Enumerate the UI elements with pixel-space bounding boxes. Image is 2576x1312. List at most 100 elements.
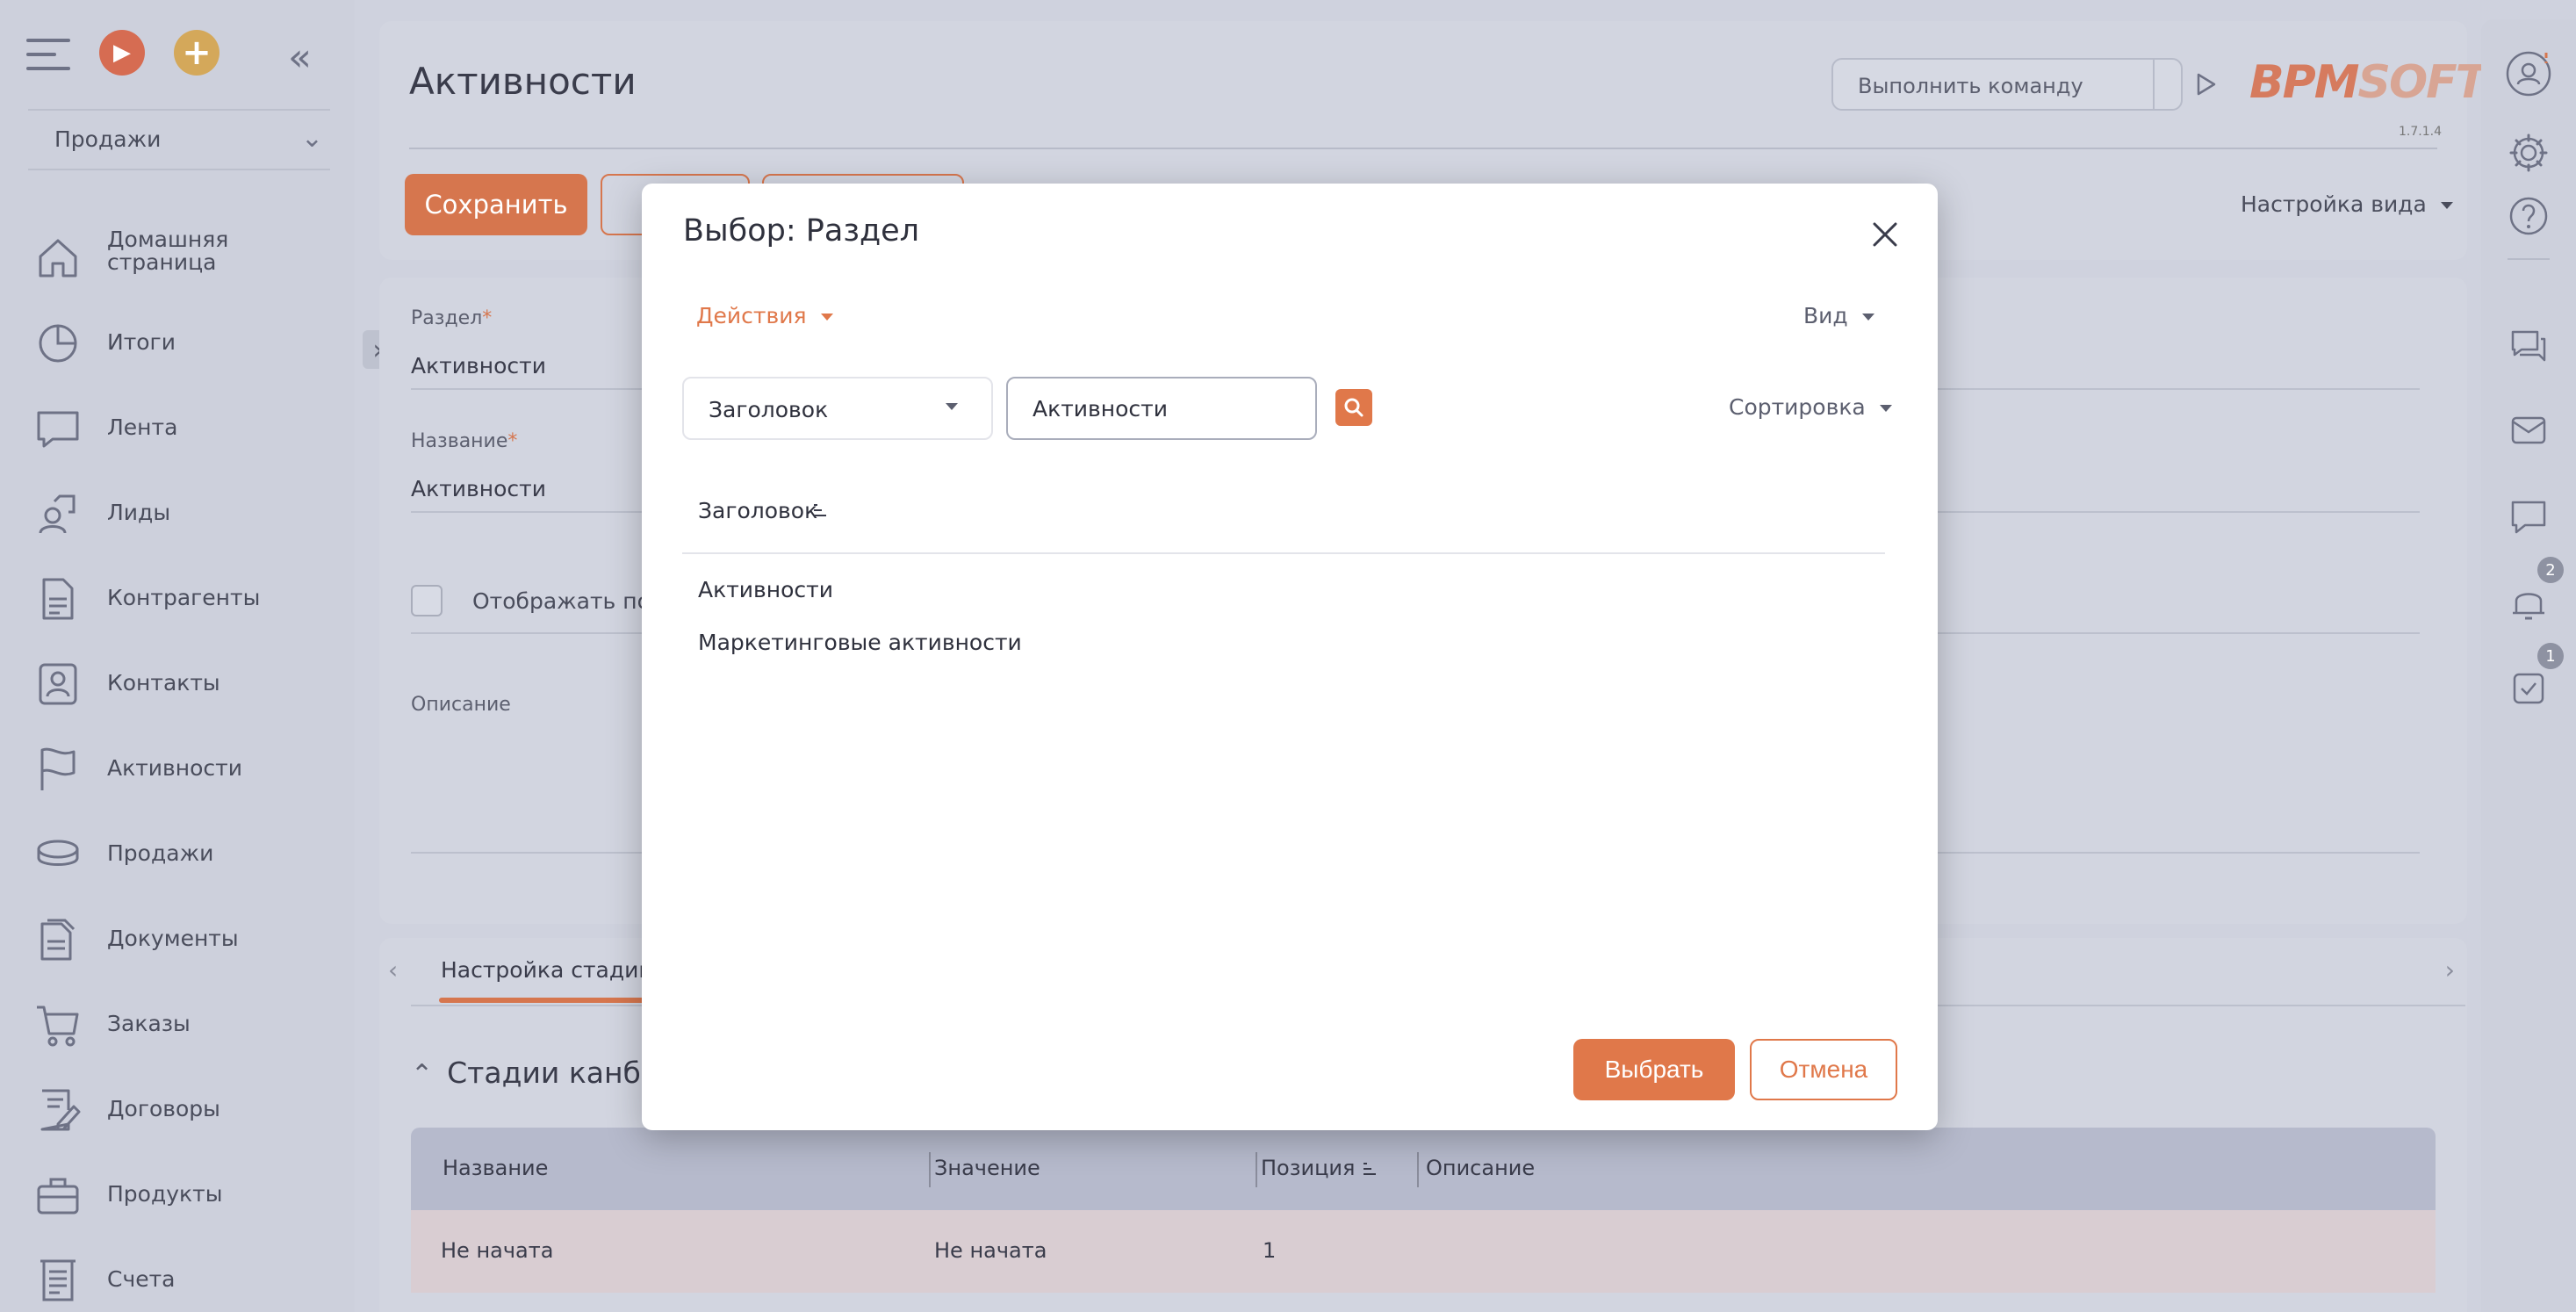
sidebar-item-home[interactable]: Домашняя страница xyxy=(0,218,355,303)
sidebar-item-activities[interactable]: Активности xyxy=(0,729,355,814)
collapse-sidebar-icon[interactable]: « xyxy=(288,35,312,80)
section-field-label: Раздел* xyxy=(411,307,492,329)
sidebar-item-label: Продукты xyxy=(107,1181,223,1207)
sidebar-item-leads[interactable]: Лиды xyxy=(0,473,355,559)
home-icon xyxy=(39,239,77,278)
right-toolbar: 2 1 xyxy=(2481,19,2576,1312)
logo-soft: SOFT xyxy=(2357,56,2487,109)
column-header-description[interactable]: Описание xyxy=(1426,1156,1535,1180)
required-mark: * xyxy=(507,430,518,452)
search-button[interactable] xyxy=(1335,389,1372,426)
chevron-left-icon[interactable]: ‹ xyxy=(388,955,398,984)
view-dropdown[interactable]: Вид xyxy=(1803,303,1874,328)
help-icon[interactable] xyxy=(2504,191,2553,241)
column-separator[interactable] xyxy=(929,1152,931,1187)
documents-icon xyxy=(40,919,76,961)
sidebar-item-invoices[interactable]: Счета xyxy=(0,1240,355,1312)
filter-column-select[interactable]: Заголовок xyxy=(682,377,993,440)
sort-asc-icon[interactable] xyxy=(812,501,828,519)
accounts-icon xyxy=(42,578,74,620)
sidebar-item-products[interactable]: Продукты xyxy=(0,1155,355,1240)
filter-column-value: Заголовок xyxy=(709,397,829,422)
show-checkbox-label: Отображать по у xyxy=(472,588,671,614)
feed-icon xyxy=(37,411,79,448)
chevron-up-icon: ⌃ xyxy=(411,1059,434,1090)
products-icon xyxy=(37,1178,79,1215)
sidebar-item-orders[interactable]: Заказы xyxy=(0,984,355,1070)
command-input[interactable]: Выполнить команду xyxy=(1831,58,2183,111)
caret-down-icon xyxy=(2440,202,2453,209)
invoice-icon xyxy=(40,1259,76,1301)
message-icon[interactable] xyxy=(2504,492,2553,541)
contacts-icon xyxy=(39,663,77,705)
cancel-button[interactable]: Отмена xyxy=(1750,1039,1897,1100)
version-label: 1.7.1.4 xyxy=(2399,125,2442,139)
sidebar-toolbar: ▶ + « xyxy=(25,26,341,83)
name-field-value[interactable]: Активности xyxy=(411,476,546,501)
user-profile-icon[interactable] xyxy=(2504,49,2553,98)
tab-stage-settings[interactable]: Настройка стадий и xyxy=(441,957,674,983)
toolbar-divider xyxy=(2508,258,2550,260)
section-field-value[interactable]: Активности xyxy=(411,353,546,378)
sidebar-item-sales[interactable]: Продажи xyxy=(0,814,355,899)
list-item[interactable]: Маркетинговые активности xyxy=(698,630,1022,655)
chat-icon[interactable] xyxy=(2504,320,2553,369)
run-command-icon[interactable] xyxy=(2177,58,2234,111)
view-settings-dropdown[interactable]: Настройка вида xyxy=(2241,191,2453,217)
search-icon xyxy=(1344,398,1364,417)
save-button[interactable]: Сохранить xyxy=(405,174,587,235)
table-row[interactable]: Не начата Не начата 1 xyxy=(411,1210,2436,1293)
column-header-position-text: Позиция xyxy=(1261,1156,1356,1180)
sidebar-nav: Домашняя страница Итоги Лента Лиды Контр… xyxy=(0,218,355,1312)
section-label-text: Раздел xyxy=(411,307,483,329)
required-mark: * xyxy=(482,307,493,329)
page-title: Активности xyxy=(409,60,637,103)
contract-icon xyxy=(40,1089,81,1131)
sort-label: Сортировка xyxy=(1729,394,1866,420)
logo: BPMSOFT xyxy=(2249,56,2487,109)
sidebar-item-accounts[interactable]: Контрагенты xyxy=(0,559,355,644)
show-checkbox[interactable] xyxy=(411,585,443,616)
cell-position: 1 xyxy=(1263,1238,1277,1263)
name-field-label: Название* xyxy=(411,430,517,452)
sidebar-item-feed[interactable]: Лента xyxy=(0,388,355,473)
menu-icon[interactable] xyxy=(26,39,70,70)
cart-icon xyxy=(37,1006,79,1047)
sidebar-item-summary[interactable]: Итоги xyxy=(0,303,355,388)
chevron-right-icon[interactable]: › xyxy=(2445,955,2455,984)
search-input[interactable] xyxy=(1006,377,1317,440)
actions-dropdown[interactable]: Действия xyxy=(696,303,833,328)
play-icon[interactable]: ▶ xyxy=(99,30,145,76)
column-header-name[interactable]: Название xyxy=(443,1156,548,1180)
workplace-select[interactable]: Продажи ⌄ xyxy=(28,109,330,170)
close-icon[interactable] xyxy=(1867,217,1903,252)
list-item[interactable]: Активности xyxy=(698,577,833,602)
sidebar-item-documents[interactable]: Документы xyxy=(0,899,355,984)
dialog-title: Выбор: Раздел xyxy=(683,213,920,249)
sort-dropdown[interactable]: Сортировка xyxy=(1729,394,1892,420)
column-separator[interactable] xyxy=(1256,1152,1257,1187)
caret-down-icon xyxy=(946,403,958,410)
tasks-icon[interactable] xyxy=(2504,664,2553,713)
sidebar-item-label: Лиды xyxy=(107,500,171,525)
column-header-value[interactable]: Значение xyxy=(934,1156,1040,1180)
column-separator[interactable] xyxy=(1417,1152,1419,1187)
command-placeholder: Выполнить команду xyxy=(1858,74,2083,98)
email-icon[interactable] xyxy=(2504,406,2553,455)
chevron-down-icon: ⌄ xyxy=(300,123,323,154)
add-icon[interactable]: + xyxy=(174,30,219,76)
sidebar-item-label: Контрагенты xyxy=(107,585,261,610)
notifications-badge: 2 xyxy=(2537,557,2564,583)
select-button[interactable]: Выбрать xyxy=(1573,1039,1735,1100)
caret-down-icon xyxy=(1879,405,1892,412)
cell-name: Не начата xyxy=(441,1238,554,1263)
gear-icon[interactable] xyxy=(2504,128,2553,177)
name-label-text: Название xyxy=(411,430,508,452)
sidebar-item-contacts[interactable]: Контакты xyxy=(0,644,355,729)
cell-value: Не начата xyxy=(934,1238,1047,1263)
column-header-position[interactable]: Позиция xyxy=(1261,1156,1378,1180)
column-header-title[interactable]: Заголовок xyxy=(698,498,817,523)
bell-icon[interactable] xyxy=(2504,578,2553,627)
sidebar-item-contracts[interactable]: Договоры xyxy=(0,1070,355,1155)
view-label: Вид xyxy=(1803,303,1848,328)
